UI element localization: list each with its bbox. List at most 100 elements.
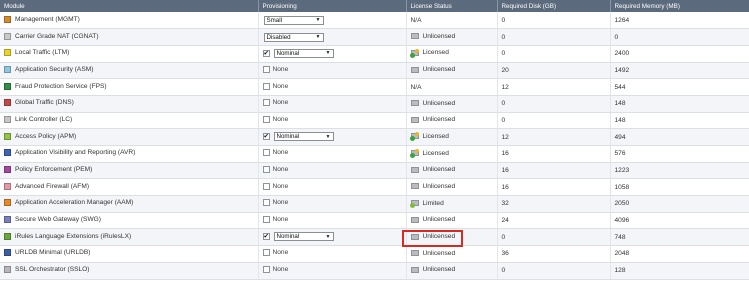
license-cell: Unlicensed xyxy=(406,95,498,113)
module: Link Controller (LC) xyxy=(4,115,72,123)
chevron-down-icon: ▼ xyxy=(315,17,321,24)
module-name: Fraud Protection Service (FPS) xyxy=(15,82,107,90)
module: Policy Enforcement (PEM) xyxy=(4,166,92,174)
provisioning-select[interactable]: Small ▼ xyxy=(263,15,324,25)
provisioning-checkbox[interactable] xyxy=(262,232,270,241)
provisioning-checkbox[interactable] xyxy=(262,266,270,274)
module: Fraud Protection Service (FPS) xyxy=(4,82,107,90)
required-memory-cell: 2400 xyxy=(610,45,749,63)
license-unlicensed-icon xyxy=(410,183,419,190)
provisioning-cell: Nominal ▼ xyxy=(258,228,407,247)
license-status: Unlicensed xyxy=(410,266,455,273)
col-header-module[interactable]: Module xyxy=(0,0,259,12)
col-header-required-memory[interactable]: Required Memory (MB) xyxy=(610,0,749,12)
license-status: Unlicensed xyxy=(410,33,455,40)
provisioning-checkbox[interactable] xyxy=(262,82,270,90)
required-memory-cell: 2050 xyxy=(610,195,749,213)
license-cell: Unlicensed xyxy=(406,262,498,280)
provisioning-select[interactable]: Nominal ▼ xyxy=(273,48,334,58)
provisioning-control: None xyxy=(262,216,288,224)
table-row: Carrier Grade NAT (CGNAT) Disabled ▼ Unlice… xyxy=(0,28,749,46)
module: Local Traffic (LTM) xyxy=(4,49,70,57)
table-row: Local Traffic (LTM) Nominal ▼ Licensed 02400 xyxy=(0,45,749,63)
provisioning-checkbox[interactable] xyxy=(262,199,270,207)
table-row: Application Visibility and Reporting (AV… xyxy=(0,145,749,163)
provisioning-checkbox[interactable] xyxy=(262,149,270,157)
module-cell: SSL Orchestrator (SSLO) xyxy=(0,262,259,280)
module: Application Visibility and Reporting (AV… xyxy=(4,149,136,157)
provisioning-control: Nominal ▼ xyxy=(262,132,334,142)
module-name: Local Traffic (LTM) xyxy=(15,49,70,57)
provisioning-control: None xyxy=(262,199,288,207)
provisioning-cell: None xyxy=(258,262,407,280)
table-body: Management (MGMT) Small ▼ N/A 0 1264 Carrier G… xyxy=(0,12,749,280)
required-memory-cell: 4096 xyxy=(610,212,749,230)
provisioning-checkbox[interactable] xyxy=(262,115,270,123)
table-row: URLDB Minimal (URLDB) None Unlicensed 36 204… xyxy=(0,245,749,263)
required-disk-cell: 0 xyxy=(497,112,611,130)
license-status-text: Unlicensed xyxy=(422,99,456,107)
provisioning-select-value: Nominal xyxy=(276,133,300,141)
provisioning-control: None xyxy=(262,82,288,90)
license-unlicensed-icon xyxy=(410,33,419,40)
module: SSL Orchestrator (SSLO) xyxy=(4,266,90,274)
table-row: Global Traffic (DNS) None Unlicensed 0 148 xyxy=(0,95,749,113)
provisioning-cell: Nominal ▼ xyxy=(258,45,407,63)
license-cell: Unlicensed xyxy=(406,245,498,263)
provisioning-control: None xyxy=(262,99,288,107)
module-color-swatch xyxy=(4,149,11,157)
module-color-swatch xyxy=(4,49,11,57)
license-status-text: N/A xyxy=(410,83,422,91)
license-status: Licensed xyxy=(409,149,449,159)
provisioning-cell: None xyxy=(258,212,407,230)
license-cell: N/A xyxy=(406,78,498,96)
module-name: Advanced Firewall (AFM) xyxy=(15,182,90,190)
module: Access Policy (APM) xyxy=(4,132,76,140)
header-row: Module Provisioning License Status Requi… xyxy=(0,0,749,12)
license-status: Unlicensed xyxy=(410,233,455,240)
provisioning-checkbox[interactable] xyxy=(262,249,270,257)
required-memory-cell: 1264 xyxy=(610,12,749,30)
provisioning-checkbox[interactable] xyxy=(262,182,270,190)
table-row: Secure Web Gateway (SWG) None Unlicensed 24… xyxy=(0,212,749,230)
required-memory-cell: 544 xyxy=(610,78,749,96)
required-disk-cell: 16 xyxy=(497,162,611,180)
required-memory-cell: 576 xyxy=(610,145,749,163)
module: Secure Web Gateway (SWG) xyxy=(4,216,101,224)
col-header-license-status[interactable]: License Status xyxy=(406,0,498,12)
license-licensed-icon xyxy=(409,132,419,142)
provisioning-checkbox[interactable] xyxy=(262,49,270,57)
chevron-down-icon: ▼ xyxy=(325,50,331,57)
license-status: Unlicensed xyxy=(410,116,455,123)
provisioning-none-label: None xyxy=(272,115,289,123)
license-status: N/A xyxy=(411,17,422,24)
provisioning-control: None xyxy=(262,166,289,174)
module-cell: Application Security (ASM) xyxy=(0,62,259,80)
provisioning-checkbox[interactable] xyxy=(262,216,270,224)
provisioning-select-value: Nominal xyxy=(276,49,300,57)
provisioning-checkbox[interactable] xyxy=(262,132,270,141)
provisioning-select[interactable]: Nominal ▼ xyxy=(273,132,334,142)
provisioning-checkbox[interactable] xyxy=(262,166,270,174)
module: Advanced Firewall (AFM) xyxy=(4,182,90,190)
provisioning-checkbox[interactable] xyxy=(262,99,270,107)
col-header-required-disk[interactable]: Required Disk (GB) xyxy=(497,0,611,12)
required-memory-cell: 1223 xyxy=(610,162,749,180)
module-cell: Secure Web Gateway (SWG) xyxy=(0,212,259,230)
required-disk-cell: 12 xyxy=(497,128,611,146)
provisioning-cell: None xyxy=(258,112,407,130)
provisioning-select[interactable]: Disabled ▼ xyxy=(263,32,324,42)
module-cell: Local Traffic (LTM) xyxy=(0,45,259,63)
module-cell: Link Controller (LC) xyxy=(0,112,259,130)
provisioning-select[interactable]: Nominal ▼ xyxy=(273,232,334,242)
col-header-provisioning[interactable]: Provisioning xyxy=(258,0,407,12)
required-disk-cell: 0 xyxy=(497,45,611,63)
license-cell: Unlicensed xyxy=(406,162,498,180)
required-memory-cell: 148 xyxy=(610,95,749,113)
module-cell: iRules Language Extensions (iRulesLX) xyxy=(0,228,259,247)
provisioning-none-label: None xyxy=(272,166,289,174)
provisioning-cell: Disabled ▼ xyxy=(258,28,407,46)
provisioning-checkbox[interactable] xyxy=(262,65,270,73)
provisioning-control: None xyxy=(262,65,288,73)
module-name: Application Visibility and Reporting (AV… xyxy=(15,149,136,157)
